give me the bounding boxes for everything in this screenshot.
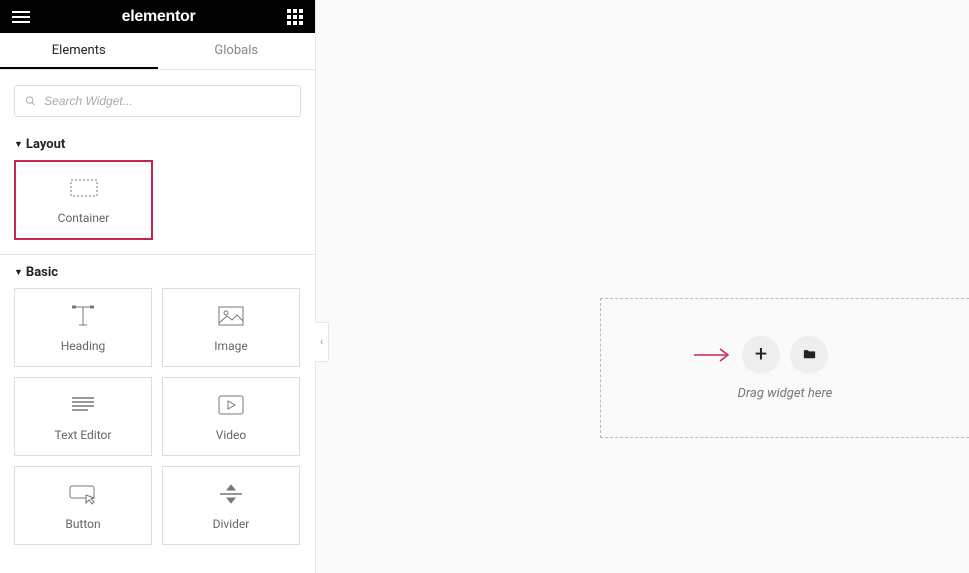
search-wrap <box>0 70 315 127</box>
widget-text-editor[interactable]: Text Editor <box>14 377 152 456</box>
widget-label: Container <box>58 211 110 225</box>
panel-header: elementor <box>0 0 315 33</box>
tab-elements[interactable]: Elements <box>0 33 158 69</box>
widget-label: Divider <box>213 517 250 531</box>
heading-icon <box>70 303 96 329</box>
widget-container[interactable]: Container <box>14 160 153 240</box>
logo: elementor <box>122 8 196 26</box>
chevron-left-icon: ‹ <box>320 337 323 348</box>
editor-canvas[interactable]: + Drag widget here <box>316 0 969 573</box>
video-icon <box>218 392 244 418</box>
image-icon <box>218 303 244 329</box>
panel-tabs: Elements Globals <box>0 33 315 70</box>
section-title-label: Basic <box>26 265 58 280</box>
widget-video[interactable]: Video <box>162 377 300 456</box>
search-input[interactable] <box>44 94 290 108</box>
arrow-annotation-icon <box>692 347 732 363</box>
widget-divider[interactable]: Divider <box>162 466 300 545</box>
text-editor-icon <box>70 392 96 418</box>
drop-zone[interactable]: + Drag widget here <box>600 298 969 438</box>
drop-zone-hint: Drag widget here <box>738 386 833 401</box>
search-icon <box>25 95 36 107</box>
caret-down-icon: ▼ <box>14 139 23 150</box>
search-field[interactable] <box>14 85 301 117</box>
button-icon <box>68 481 98 507</box>
widget-label: Text Editor <box>55 428 112 442</box>
plus-icon: + <box>755 344 767 366</box>
apps-grid-icon[interactable] <box>287 9 303 25</box>
section-title-label: Layout <box>26 137 65 152</box>
caret-down-icon: ▼ <box>14 267 23 278</box>
widget-heading[interactable]: Heading <box>14 288 152 367</box>
template-library-button[interactable] <box>790 336 828 374</box>
widget-label: Image <box>214 339 247 353</box>
widget-label: Heading <box>61 339 106 353</box>
tab-globals[interactable]: Globals <box>158 33 316 69</box>
editor-panel: elementor Elements Globals ▼ Layout <box>0 0 316 573</box>
drop-zone-controls: + <box>742 336 828 374</box>
panel-collapse-handle[interactable]: ‹ <box>315 322 329 362</box>
widget-grid-basic: Heading Image Text Editor <box>0 288 315 559</box>
container-icon <box>70 175 98 201</box>
widget-image[interactable]: Image <box>162 288 300 367</box>
widget-label: Video <box>216 428 247 442</box>
section-header-layout[interactable]: ▼ Layout <box>0 127 315 160</box>
divider-icon <box>218 481 244 507</box>
menu-icon[interactable] <box>12 11 30 23</box>
section-header-basic[interactable]: ▼ Basic <box>0 255 315 288</box>
widget-grid-layout: Container <box>0 160 315 250</box>
folder-icon <box>802 347 817 362</box>
widget-label: Button <box>65 517 100 531</box>
widget-button[interactable]: Button <box>14 466 152 545</box>
add-section-button[interactable]: + <box>742 336 780 374</box>
